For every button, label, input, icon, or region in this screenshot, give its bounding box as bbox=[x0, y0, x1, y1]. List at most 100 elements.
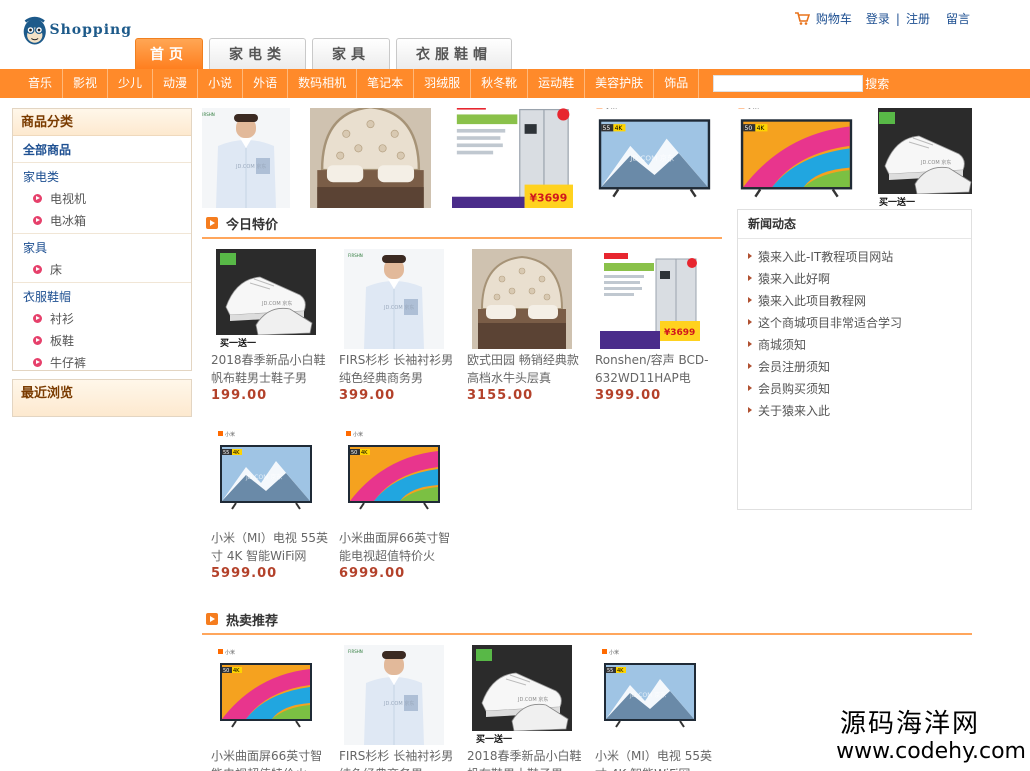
search-input[interactable] bbox=[713, 75, 864, 92]
category-item[interactable]: 电冰箱 bbox=[13, 209, 191, 231]
tab-clothing[interactable]: 衣服鞋帽 bbox=[396, 38, 512, 69]
svg-text:买一送一: 买一送一 bbox=[476, 733, 512, 745]
nav-item[interactable]: 音乐 bbox=[18, 69, 64, 98]
banner-image[interactable]: 小米 50 4K bbox=[736, 108, 857, 208]
banner-image[interactable]: JD.COM 京东 买一送一 bbox=[878, 108, 972, 208]
news-item[interactable]: 关于猿来入此 bbox=[748, 399, 971, 421]
section-divider bbox=[202, 633, 972, 635]
nav-item[interactable]: 饰品 bbox=[654, 69, 700, 98]
svg-text:¥3699: ¥3699 bbox=[664, 328, 695, 338]
svg-text:JD.COM 京东: JD.COM 京东 bbox=[383, 700, 414, 707]
product-card[interactable]: 小米 50 4K 小米曲面屏66英寸智能电视超值特价火 6999.00 bbox=[339, 427, 459, 583]
svg-text:JD.COM 京东: JD.COM 京东 bbox=[261, 300, 292, 307]
banner-image[interactable]: 小米 55 4K JD.COM 京东 bbox=[594, 108, 715, 208]
product-card[interactable]: ¥3699 Ronshen/容声 BCD-632WD11HAP电 3999.00 bbox=[595, 249, 715, 405]
watermark: 源码海洋网 www.codehy.com bbox=[836, 709, 1026, 765]
category-group-title[interactable]: 家具 bbox=[13, 234, 191, 258]
tab-furniture[interactable]: 家具 bbox=[312, 38, 390, 69]
news-item[interactable]: 这个商城项目非常适合学习 bbox=[748, 311, 971, 333]
nav-item[interactable]: 外语 bbox=[243, 69, 289, 98]
product-card[interactable]: 小米 50 4K 小米曲面屏66英寸智能电视超值特价火 bbox=[211, 645, 331, 771]
register-link[interactable]: 注册 bbox=[906, 10, 930, 27]
category-item[interactable]: 电视机 bbox=[13, 187, 191, 209]
banner-image[interactable] bbox=[310, 108, 431, 208]
tab-appliances[interactable]: 家电类 bbox=[209, 38, 306, 69]
category-group-title[interactable]: 衣服鞋帽 bbox=[13, 283, 191, 307]
news-item[interactable]: 会员购买须知 bbox=[748, 377, 971, 399]
nav-item[interactable]: 美容护肤 bbox=[585, 69, 655, 98]
svg-text:小米: 小米 bbox=[225, 649, 235, 656]
product-price: 399.00 bbox=[339, 388, 396, 403]
category-group: 家电类 电视机 电冰箱 bbox=[13, 162, 191, 231]
svg-text:¥3699: ¥3699 bbox=[529, 192, 567, 205]
product-name[interactable]: 小米（MI）电视 55英寸 4K 智能WiFi网 bbox=[595, 747, 715, 771]
product-card[interactable]: 小米 55 4K JD.COM 京东 小米（MI）电视 55英寸 4K 智能Wi… bbox=[595, 645, 715, 771]
logo-text: Shopping bbox=[49, 22, 132, 38]
nav-item[interactable]: 小说 bbox=[198, 69, 244, 98]
news-item[interactable]: 猿来入此好啊 bbox=[748, 267, 971, 289]
bullet-icon bbox=[33, 335, 42, 345]
product-card[interactable]: JD.COM 京东 买一送一 2018春季新品小白鞋帆布鞋男士鞋子男 bbox=[467, 645, 587, 771]
product-name[interactable]: 2018春季新品小白鞋帆布鞋男士鞋子男 bbox=[211, 351, 331, 387]
svg-text:50: 50 bbox=[351, 450, 357, 456]
link-separator: | bbox=[895, 11, 900, 26]
search-button[interactable]: 搜索 bbox=[865, 75, 889, 92]
nav-item[interactable]: 秋冬靴 bbox=[471, 69, 529, 98]
category-item[interactable]: 衬衫 bbox=[13, 307, 191, 329]
today-section-header: 今日特价 bbox=[206, 212, 278, 234]
bullet-icon bbox=[33, 215, 42, 225]
nav-item[interactable]: 笔记本 bbox=[357, 69, 415, 98]
news-item[interactable]: 商城须知 bbox=[748, 333, 971, 355]
tab-home[interactable]: 首页 bbox=[135, 38, 203, 69]
nav-item[interactable]: 数码相机 bbox=[288, 69, 358, 98]
news-list: 猿来入此-IT教程项目网站 猿来入此好啊 猿来入此项目教程网 这个商城项目非常适… bbox=[738, 239, 971, 421]
product-name[interactable]: 小米曲面屏66英寸智能电视超值特价火 bbox=[211, 747, 331, 771]
watermark-url: www.codehy.com bbox=[836, 739, 1026, 764]
message-link[interactable]: 留言 bbox=[946, 10, 970, 27]
news-item[interactable]: 猿来入此项目教程网 bbox=[748, 289, 971, 311]
login-link[interactable]: 登录 bbox=[866, 10, 890, 27]
category-item[interactable]: 板鞋 bbox=[13, 329, 191, 351]
news-title: 新闻动态 bbox=[738, 210, 971, 239]
product-card[interactable]: JD.COM 京东 FIRSHN FIRS杉杉 长袖衬衫男 纯色经典商务男 39… bbox=[339, 249, 459, 405]
nav-item[interactable]: 动漫 bbox=[153, 69, 199, 98]
nav-item[interactable]: 羽绒服 bbox=[414, 69, 472, 98]
banner-image[interactable]: ¥3699 bbox=[452, 108, 573, 208]
product-name[interactable]: 小米曲面屏66英寸智能电视超值特价火 bbox=[339, 529, 459, 565]
category-group-title[interactable]: 家电类 bbox=[13, 163, 191, 187]
product-card[interactable]: 小米 55 4K JD.COM 京东 小米（MI）电视 55英寸 4K 智能Wi… bbox=[211, 427, 331, 583]
product-name[interactable]: FIRS杉杉 长袖衬衫男 纯色经典商务男 bbox=[339, 747, 459, 771]
category-panel: 商品分类 全部商品 家电类 电视机 电冰箱 家具 床 衣服鞋帽 衬衫 板鞋 牛仔… bbox=[12, 108, 192, 371]
section-arrow-icon bbox=[206, 217, 218, 229]
product-card[interactable]: JD.COM 京东 买一送一 2018春季新品小白鞋帆布鞋男士鞋子男 199.0… bbox=[211, 249, 331, 405]
svg-text:50: 50 bbox=[744, 125, 752, 132]
product-name[interactable]: 小米（MI）电视 55英寸 4K 智能WiFi网 bbox=[211, 529, 331, 565]
news-item-label: 关于猿来入此 bbox=[758, 403, 831, 418]
product-card[interactable]: 欧式田园 畅销经典款 高档水牛头层真 3155.00 bbox=[467, 249, 587, 405]
category-item[interactable]: 床 bbox=[13, 258, 191, 280]
fridge-image: ¥3699 bbox=[600, 249, 700, 349]
recent-viewed-title: 最近浏览 bbox=[13, 380, 191, 416]
site-logo[interactable]: Shopping bbox=[22, 8, 132, 52]
nav-item[interactable]: 影视 bbox=[63, 69, 109, 98]
nav-item[interactable]: 运动鞋 bbox=[528, 69, 586, 98]
product-name[interactable]: 欧式田园 畅销经典款 高档水牛头层真 bbox=[467, 351, 587, 387]
svg-text:4K: 4K bbox=[617, 668, 624, 674]
monkey-logo-icon bbox=[23, 16, 46, 45]
news-item-label: 商城须知 bbox=[758, 337, 807, 352]
svg-text:JD.COM 京东: JD.COM 京东 bbox=[920, 159, 951, 166]
product-name[interactable]: FIRS杉杉 长袖衬衫男 纯色经典商务男 bbox=[339, 351, 459, 387]
category-item[interactable]: 牛仔裤 bbox=[13, 351, 191, 373]
cart-icon[interactable] bbox=[794, 12, 810, 25]
news-item-label: 会员购买须知 bbox=[758, 381, 831, 396]
nav-item[interactable]: 少儿 bbox=[108, 69, 154, 98]
banner-image[interactable]: JD.COM 京东 FIRSHN bbox=[202, 108, 290, 208]
svg-text:4K: 4K bbox=[361, 450, 368, 456]
news-item[interactable]: 猿来入此-IT教程项目网站 bbox=[748, 245, 971, 267]
product-card[interactable]: JD.COM 京东 FIRSHN FIRS杉杉 长袖衬衫男 纯色经典商务男 bbox=[339, 645, 459, 771]
product-name[interactable]: Ronshen/容声 BCD-632WD11HAP电 bbox=[595, 351, 715, 387]
cart-link[interactable]: 购物车 bbox=[816, 10, 852, 27]
news-item[interactable]: 会员注册须知 bbox=[748, 355, 971, 377]
all-products-link[interactable]: 全部商品 bbox=[13, 136, 191, 160]
product-name[interactable]: 2018春季新品小白鞋帆布鞋男士鞋子男 bbox=[467, 747, 587, 771]
